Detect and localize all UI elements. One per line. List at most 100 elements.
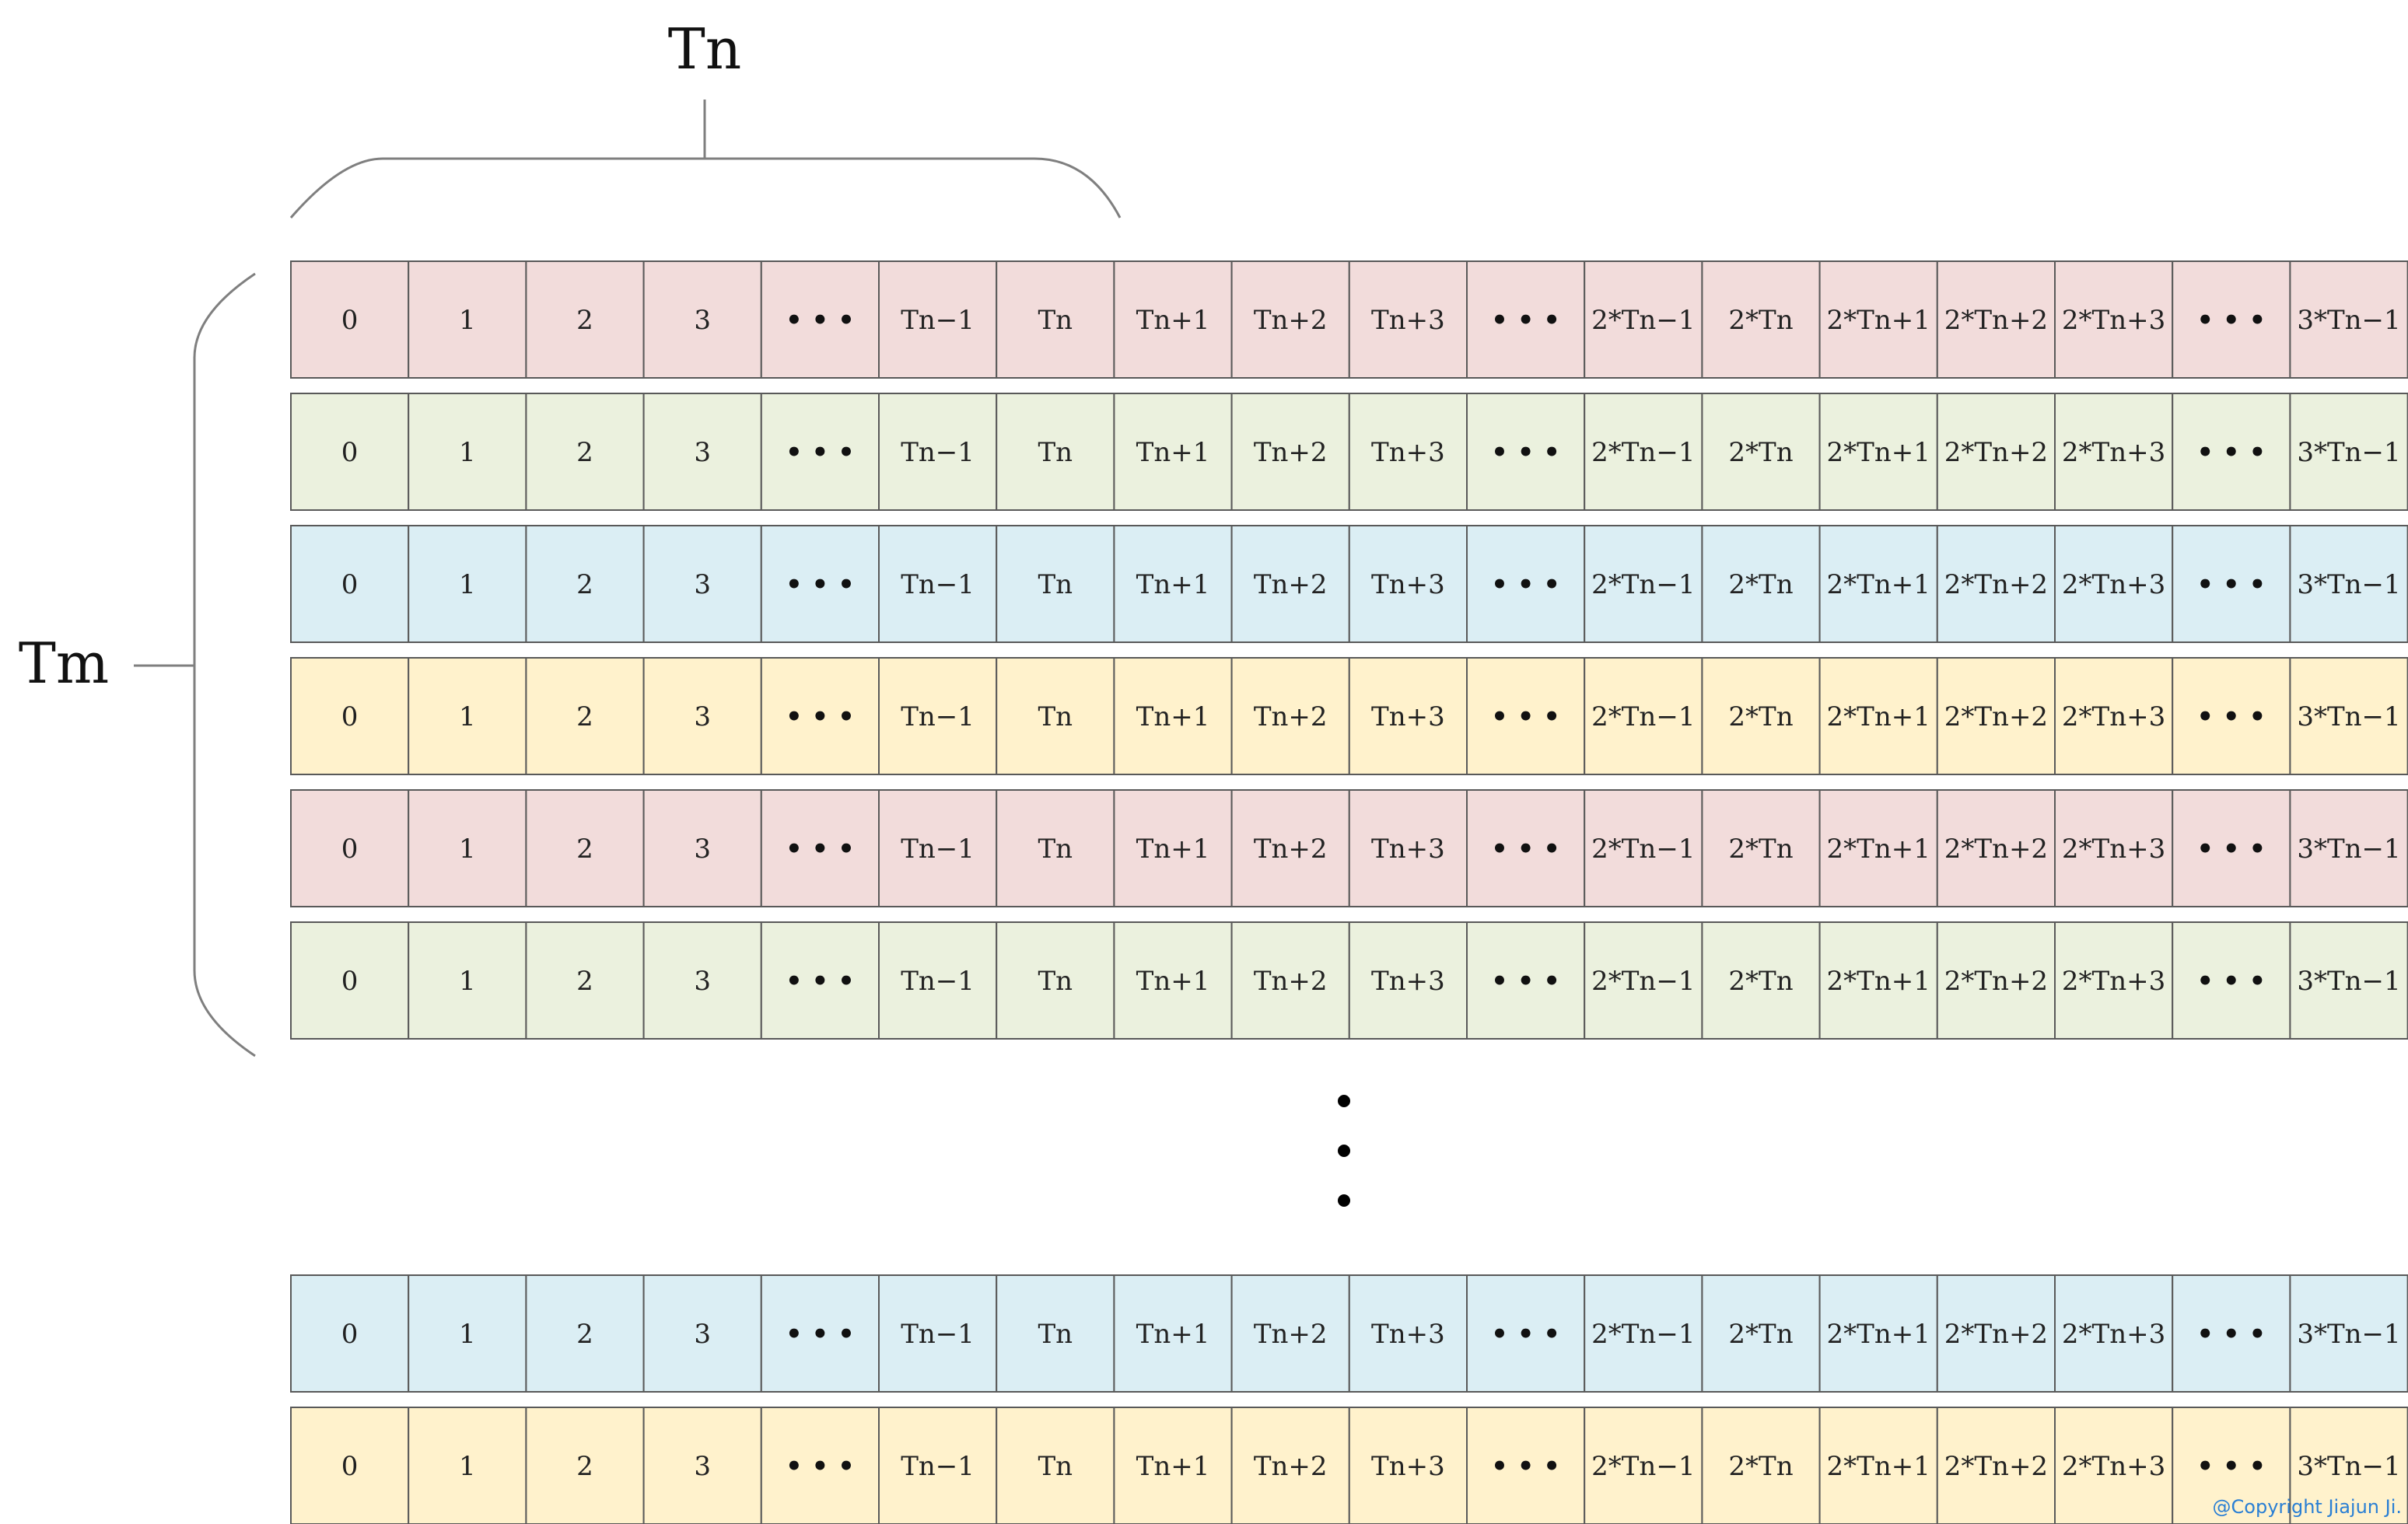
cell-index-label: 2	[576, 966, 593, 997]
ellipsis-dot	[1338, 1194, 1350, 1207]
cell-index-label: Tn+1	[1136, 834, 1210, 865]
cell-index-label: 1	[459, 437, 476, 468]
cell-index-label: 2*Tn	[1728, 834, 1793, 865]
cell-index-label: Tn+1	[1136, 569, 1210, 600]
column-brace-label: Tn	[668, 16, 741, 82]
cell-index-label: 0	[341, 1451, 359, 1482]
ellipsis-label: • • •	[786, 1319, 855, 1350]
cell-index-label: Tn+3	[1371, 834, 1445, 865]
cell-index-label: 3*Tn−1	[2297, 569, 2400, 600]
cell-index-label: Tn	[1038, 701, 1073, 732]
cell-index-label: 2*Tn+1	[1827, 834, 1930, 865]
cell-index-label: Tn+2	[1254, 1451, 1328, 1482]
cell-index-label: Tn+2	[1254, 834, 1328, 865]
column-brace: Tn	[289, 16, 1122, 218]
cell-index-label: 2*Tn+2	[1944, 569, 2048, 600]
cell-index-label: 2*Tn−1	[1591, 1451, 1695, 1482]
cell-index-label: Tn	[1038, 1319, 1073, 1350]
cell-index-label: 3	[694, 437, 711, 468]
ellipsis-label: • • •	[786, 305, 855, 336]
ellipsis-label: • • •	[2196, 966, 2266, 997]
ellipsis-label: • • •	[786, 701, 855, 732]
row-brace-label: Tm	[19, 631, 109, 696]
cell-index-label: Tn+1	[1136, 1319, 1210, 1350]
cell-index-label: 3	[694, 1319, 711, 1350]
cell-index-label: 1	[459, 305, 476, 336]
cell-index-label: 2	[576, 1319, 593, 1350]
grid-row: 0 1 2 3 • • • Tn−1 Tn Tn+1 Tn+2 Tn+3 • • • 2*Tn−1 2*…	[290, 525, 2408, 643]
cell-index-label: Tn+2	[1254, 437, 1328, 468]
ellipsis-label: • • •	[786, 966, 855, 997]
cell-index-label: 2*Tn+1	[1827, 437, 1930, 468]
row-brace: Tm	[19, 272, 256, 1057]
cell-index-label: 1	[459, 966, 476, 997]
cell-index-label: 3	[694, 305, 711, 336]
cell-index-label: 2*Tn+2	[1944, 1319, 2048, 1350]
cell-index-label: 2*Tn+2	[1944, 437, 2048, 468]
cell-index-label: 1	[459, 701, 476, 732]
ellipsis-dot	[1338, 1095, 1350, 1107]
cell-index-label: Tn−1	[901, 1451, 975, 1482]
ellipsis-label: • • •	[786, 834, 855, 865]
cell-index-label: 2*Tn	[1728, 305, 1793, 336]
cell-index-label: 2*Tn+1	[1827, 1451, 1930, 1482]
cell-index-label: 3*Tn−1	[2297, 834, 2400, 865]
cell-index-label: 2*Tn−1	[1591, 305, 1695, 336]
grid-row: 0 1 2 3 • • • Tn−1 Tn Tn+1 Tn+2 Tn+3 • • • 2*Tn−1 2*…	[290, 393, 2408, 511]
cell-index-label: Tn	[1038, 966, 1073, 997]
cell-index-label: Tn−1	[901, 701, 975, 732]
grid-row: 0 1 2 3 • • • Tn−1 Tn Tn+1 Tn+2 Tn+3 • • • 2*Tn−1 2*…	[290, 260, 2408, 379]
grid-row: 0 1 2 3 • • • Tn−1 Tn Tn+1 Tn+2 Tn+3 • • • 2*Tn−1 2*…	[290, 1407, 2408, 1524]
grid-row: 0 1 2 3 • • • Tn−1 Tn Tn+1 Tn+2 Tn+3 • • • 2*Tn−1 2*…	[290, 657, 2408, 775]
cell-index-label: 2*Tn−1	[1591, 1319, 1695, 1350]
ellipsis-label: • • •	[1491, 1319, 1560, 1350]
cell-index-label: Tn+3	[1371, 437, 1445, 468]
cell-index-label: Tn	[1038, 834, 1073, 865]
cell-index-label: Tn+3	[1371, 966, 1445, 997]
grid-row: 0 1 2 3 • • • Tn−1 Tn Tn+1 Tn+2 Tn+3 • • • 2*Tn−1 2*…	[290, 789, 2408, 907]
cell-index-label: 3*Tn−1	[2297, 966, 2400, 997]
cell-index-label: 3	[694, 701, 711, 732]
cell-index-label: 0	[341, 966, 359, 997]
cell-index-label: Tn+3	[1371, 305, 1445, 336]
cell-index-label: Tn+1	[1136, 1451, 1210, 1482]
cell-index-label: 2*Tn−1	[1591, 701, 1695, 732]
ellipsis-label: • • •	[1491, 966, 1560, 997]
cell-index-label: Tn+3	[1371, 701, 1445, 732]
ellipsis-label: • • •	[2196, 834, 2266, 865]
ellipsis-label: • • •	[786, 569, 855, 600]
cell-index-label: 2*Tn+3	[2062, 834, 2165, 865]
cell-index-label: Tn+2	[1254, 966, 1328, 997]
cell-index-label: 1	[459, 1319, 476, 1350]
cell-index-label: Tn−1	[901, 437, 975, 468]
cell-index-label: 2*Tn+3	[2062, 1319, 2165, 1350]
cell-index-label: 0	[341, 305, 359, 336]
memory-grid: 0 1 2 3 • • • Tn−1 Tn Tn+1 Tn+2 Tn+3 • • • 2*Tn−1 2*…	[290, 260, 2408, 1524]
cell-index-label: 3	[694, 834, 711, 865]
cell-index-label: Tn	[1038, 437, 1073, 468]
cell-index-label: 2*Tn	[1728, 1451, 1793, 1482]
grid-row: 0 1 2 3 • • • Tn−1 Tn Tn+1 Tn+2 Tn+3 • • • 2*Tn−1 2*…	[290, 1274, 2408, 1393]
tiling-diagram: Tn Tm 0 1 2 3 • • • Tn−1 Tn Tn+1 Tn+2 Tn+3 • • • 2*…	[19, 16, 2408, 1524]
cell-index-label: 2*Tn+3	[2062, 701, 2165, 732]
cell-index-label: 2*Tn	[1728, 437, 1793, 468]
cell-index-label: 2*Tn−1	[1591, 834, 1695, 865]
cell-index-label: 2*Tn+2	[1944, 834, 2048, 865]
cell-index-label: 1	[459, 569, 476, 600]
cell-index-label: 3*Tn−1	[2297, 437, 2400, 468]
cell-index-label: Tn+3	[1371, 1319, 1445, 1350]
ellipsis-label: • • •	[1491, 437, 1560, 468]
cell-index-label: 2*Tn	[1728, 966, 1793, 997]
cell-index-label: 3*Tn−1	[2297, 1319, 2400, 1350]
cell-index-label: Tn+2	[1254, 569, 1328, 600]
cell-index-label: 2*Tn+1	[1827, 305, 1930, 336]
cell-index-label: 2	[576, 437, 593, 468]
cell-index-label: Tn−1	[901, 966, 975, 997]
cell-index-label: 2*Tn+1	[1827, 701, 1930, 732]
ellipsis-label: • • •	[2196, 437, 2266, 468]
cell-index-label: 0	[341, 437, 359, 468]
cell-index-label: 2*Tn+3	[2062, 437, 2165, 468]
row-brace-curve	[193, 272, 256, 1057]
cell-index-label: Tn+1	[1136, 701, 1210, 732]
cell-index-label: Tn+1	[1136, 966, 1210, 997]
